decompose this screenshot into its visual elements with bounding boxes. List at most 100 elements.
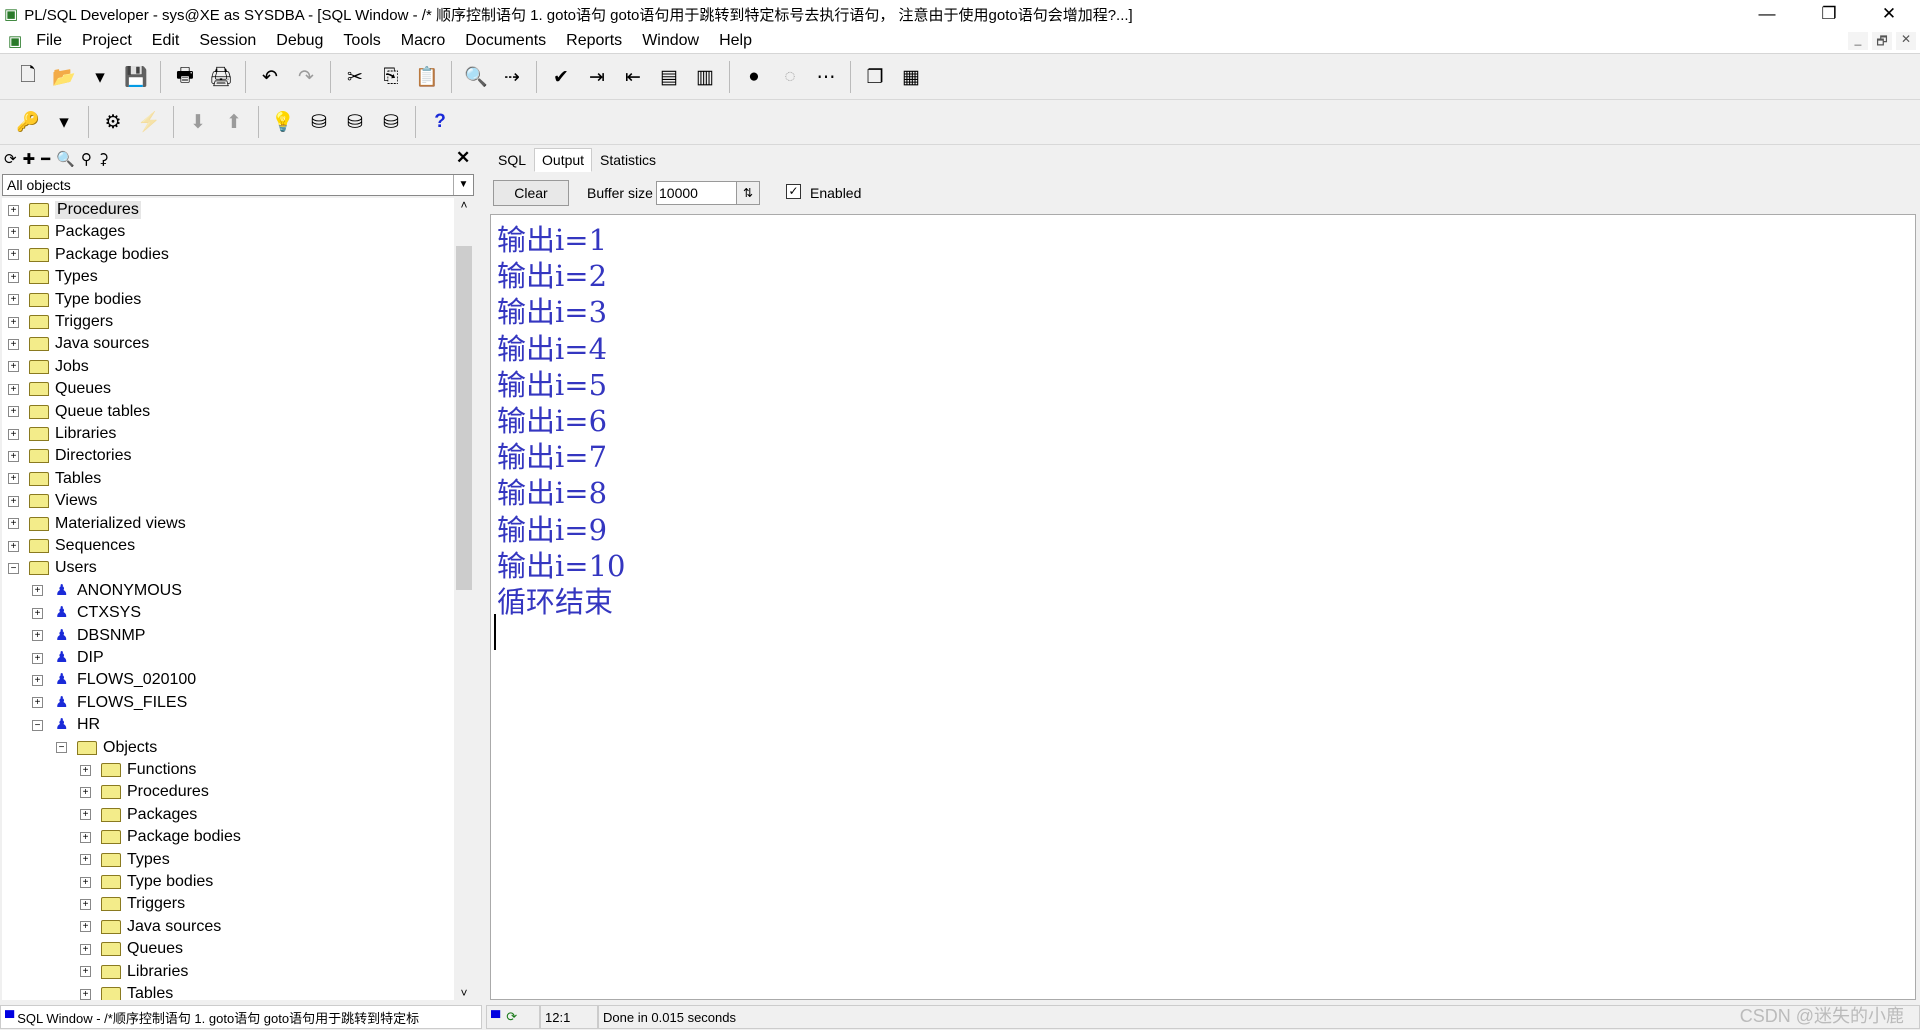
collapse-icon[interactable]: − — [8, 562, 19, 574]
expand-icon[interactable]: + — [8, 361, 19, 373]
tree-item[interactable]: + Materialized views — [8, 513, 186, 535]
buffer-size-input[interactable]: 10000 — [656, 181, 742, 205]
expand-icon[interactable]: + — [80, 943, 91, 955]
menu-debug[interactable]: Debug — [266, 32, 333, 50]
breakpoint-condition-icon[interactable]: ⋯ — [808, 60, 844, 94]
unindent-icon[interactable]: ⇤ — [615, 60, 651, 94]
print-preview-icon[interactable]: 🖨 — [203, 60, 239, 94]
undo-icon[interactable]: ↶ — [252, 60, 288, 94]
tree-item[interactable]: − ♟ HR — [32, 714, 100, 736]
tree-item[interactable]: + Procedures — [80, 781, 209, 803]
expand-icon[interactable]: + — [8, 338, 19, 350]
tree-item[interactable]: + Packages — [8, 221, 125, 243]
expand-icon[interactable]: + — [80, 876, 91, 888]
expand-icon[interactable]: + — [80, 898, 91, 910]
expand-icon[interactable]: + — [8, 383, 19, 395]
filter-edit-icon[interactable]: ⚳ — [98, 150, 109, 172]
dropdown-icon[interactable]: ▾ — [46, 105, 82, 139]
expand-icon[interactable]: + — [32, 585, 43, 597]
mdi-close-button[interactable]: ✕ — [1896, 32, 1916, 50]
expand-icon[interactable]: + — [80, 764, 91, 776]
tree-item[interactable]: + Functions — [80, 759, 196, 781]
expand-icon[interactable]: + — [8, 540, 19, 552]
restore-button[interactable]: ❐ — [1800, 0, 1858, 28]
expand-icon[interactable]: + — [8, 518, 19, 530]
expand-icon[interactable]: + — [80, 966, 91, 978]
redo-icon[interactable]: ↷ — [288, 60, 324, 94]
chevron-down-icon[interactable]: ▼ — [453, 175, 473, 195]
copy-icon[interactable]: ⎘ — [373, 60, 409, 94]
compile-icon[interactable]: ⚙ — [95, 105, 131, 139]
tree-item[interactable]: + ♟ CTXSYS — [32, 602, 141, 624]
tree-item[interactable]: + Tables — [8, 468, 101, 490]
indent-icon[interactable]: ⇥ — [579, 60, 615, 94]
expand-icon[interactable]: + — [8, 406, 19, 418]
expand-icon[interactable]: + — [80, 988, 91, 1000]
expand-icon[interactable]: + — [80, 831, 91, 843]
expand-icon[interactable]: + — [32, 652, 43, 664]
expand-icon[interactable]: ✚ — [23, 150, 36, 172]
expand-icon[interactable]: + — [8, 271, 19, 283]
tree-item[interactable]: + ♟ DIP — [32, 647, 104, 669]
tree-item[interactable]: + Types — [80, 849, 170, 871]
browser-close-button[interactable]: ✕ — [456, 148, 470, 168]
key-icon[interactable]: 🔑 — [10, 105, 46, 139]
tree-item[interactable]: + Tables — [80, 983, 173, 1000]
tree-item[interactable]: + ♟ FLOWS_FILES — [32, 692, 187, 714]
tree-item[interactable]: + Views — [8, 490, 97, 512]
object-filter-select[interactable]: All objects ▼ — [2, 174, 474, 196]
expand-icon[interactable]: + — [80, 786, 91, 798]
expand-icon[interactable]: + — [8, 473, 19, 485]
menu-window[interactable]: Window — [632, 32, 709, 50]
minimize-button[interactable]: — — [1738, 0, 1796, 28]
menu-tools[interactable]: Tools — [333, 32, 390, 50]
expand-icon[interactable]: + — [8, 204, 19, 216]
collapse-icon[interactable]: ━ — [41, 150, 50, 172]
tree-item[interactable]: + Queue tables — [8, 401, 150, 423]
dropdown-icon[interactable]: ▾ — [82, 60, 118, 94]
expand-icon[interactable]: + — [8, 316, 19, 328]
find-next-icon[interactable]: ⇢ — [494, 60, 530, 94]
tree-item[interactable]: + Triggers — [8, 311, 113, 333]
help-icon[interactable]: ? — [422, 105, 458, 139]
tree-item[interactable]: + Jobs — [8, 356, 89, 378]
collapse-icon[interactable]: − — [56, 742, 67, 754]
scroll-up-icon[interactable]: ˄ — [454, 198, 474, 212]
expand-icon[interactable]: + — [80, 921, 91, 933]
tree-item[interactable]: + Package bodies — [8, 244, 169, 266]
commit-icon[interactable]: ⬇ — [180, 105, 216, 139]
expand-icon[interactable]: + — [32, 607, 43, 619]
expand-icon[interactable]: + — [32, 674, 43, 686]
comment-icon[interactable]: ▤ — [651, 60, 687, 94]
tile-windows-icon[interactable]: ▦ — [893, 60, 929, 94]
scrollbar-thumb[interactable] — [456, 246, 472, 590]
menu-macro[interactable]: Macro — [391, 32, 455, 50]
open-icon[interactable]: 📂 — [46, 60, 82, 94]
breakpoint-icon[interactable]: ● — [736, 60, 772, 94]
tree-item[interactable]: + Directories — [8, 445, 131, 467]
mdi-restore-button[interactable]: 🗗 — [1872, 32, 1892, 50]
tree-item[interactable]: + ♟ FLOWS_020100 — [32, 669, 196, 691]
breakpoint-disabled-icon[interactable]: ◌ — [772, 60, 808, 94]
expand-icon[interactable]: + — [80, 809, 91, 821]
cut-icon[interactable]: ✂ — [337, 60, 373, 94]
menu-session[interactable]: Session — [189, 32, 266, 50]
logoff-icon[interactable]: ⛁ — [373, 105, 409, 139]
execute-icon[interactable]: ✔ — [543, 60, 579, 94]
buffer-size-spinner[interactable]: ⇅ — [736, 181, 760, 205]
explain-plan-icon[interactable]: 💡 — [265, 105, 301, 139]
output-pane[interactable]: 输出i=1 输出i=2 输出i=3 输出i=4 输出i=5 输出i=6 输出i=7 输出i=8… — [490, 214, 1916, 1000]
tree-item[interactable]: + Libraries — [80, 961, 188, 983]
new-icon[interactable]: 🗋 — [10, 60, 46, 94]
menu-edit[interactable]: Edit — [142, 32, 190, 50]
tree-item[interactable]: + Package bodies — [80, 826, 241, 848]
tree-item[interactable]: + Procedures — [8, 199, 141, 221]
expand-icon[interactable]: + — [8, 450, 19, 462]
menu-documents[interactable]: Documents — [455, 32, 556, 50]
break-icon[interactable]: ⚡ — [131, 105, 167, 139]
expand-icon[interactable]: + — [8, 226, 19, 238]
tree-item[interactable]: + Java sources — [8, 333, 149, 355]
expand-icon[interactable]: + — [8, 249, 19, 261]
tree-item[interactable]: + Type bodies — [8, 289, 141, 311]
tree-item[interactable]: + Queues — [80, 938, 183, 960]
